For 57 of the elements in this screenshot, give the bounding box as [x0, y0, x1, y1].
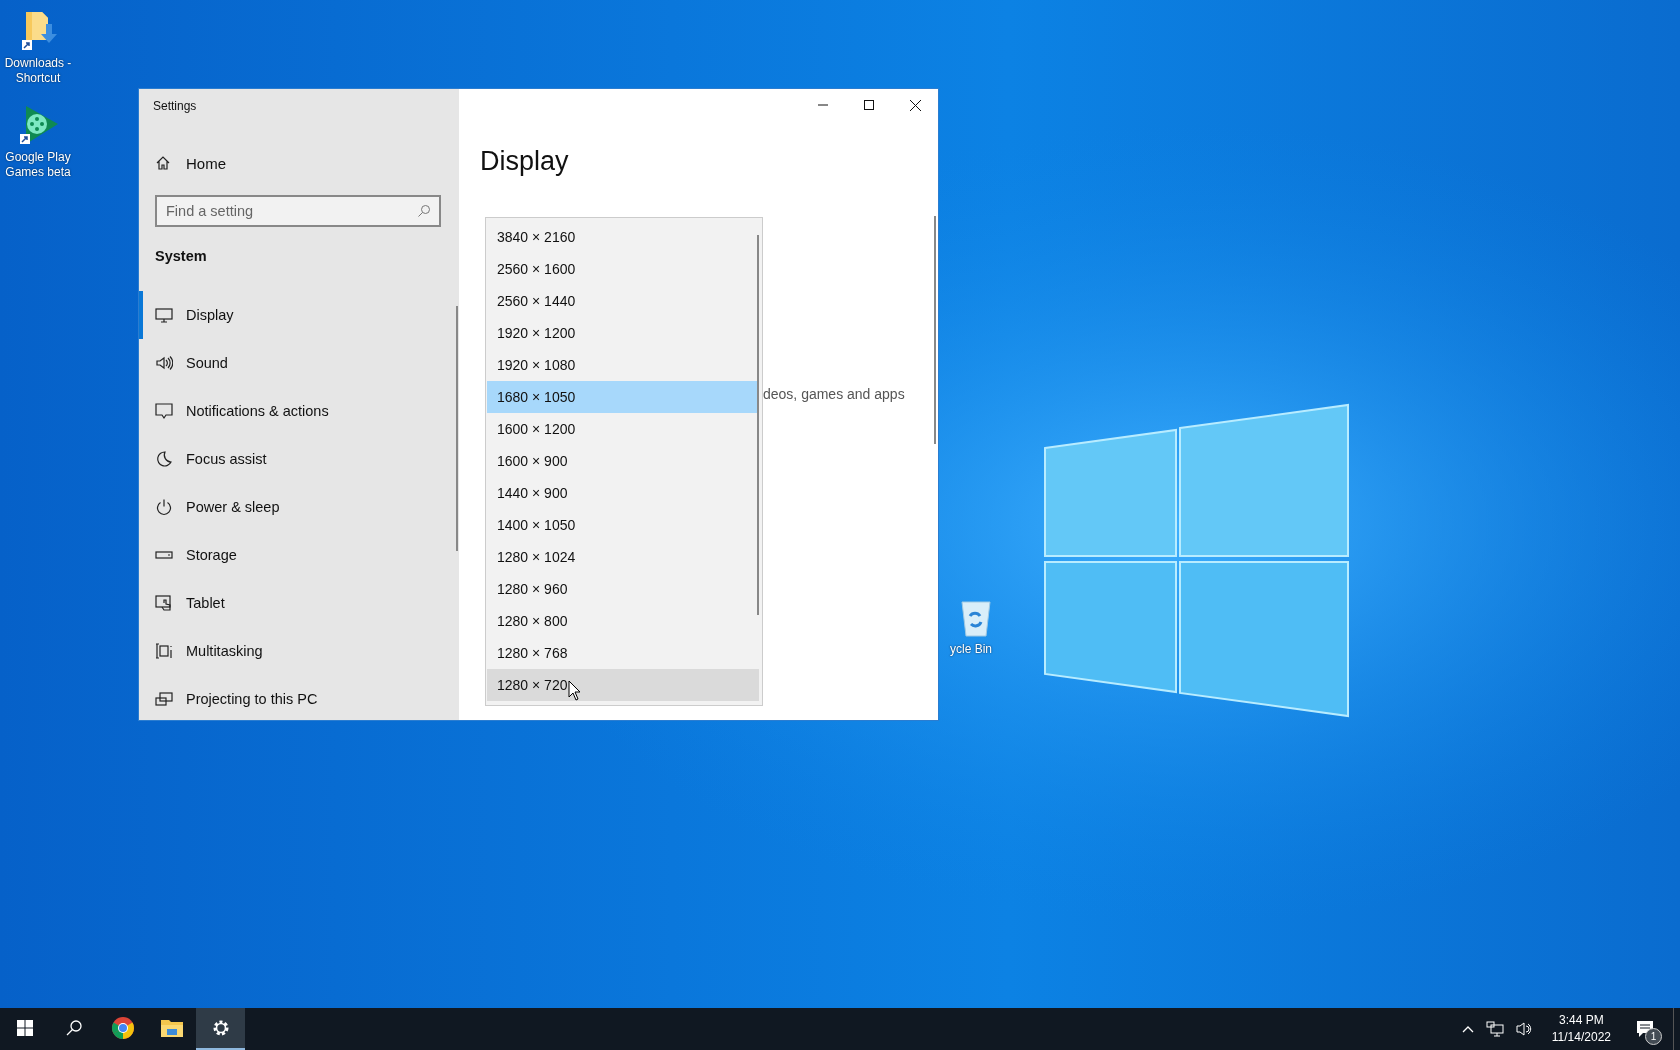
nav-item[interactable]: Sound	[139, 339, 459, 387]
resolution-option[interactable]: 2560 × 1600	[487, 253, 759, 285]
desktop-icon-label[interactable]: Downloads - Shortcut	[0, 56, 76, 86]
mouse-cursor-icon	[568, 680, 581, 701]
resolution-option[interactable]: 1920 × 1200	[487, 317, 759, 349]
nav-item[interactable]: Focus assist	[139, 435, 459, 483]
nav-item[interactable]: Storage	[139, 531, 459, 579]
notification-count-badge: 1	[1645, 1028, 1662, 1045]
nav-item[interactable]: Tablet	[139, 579, 459, 627]
description-text: deos, games and apps	[763, 386, 905, 402]
notifications-icon	[155, 402, 173, 420]
resolution-option[interactable]: 2560 × 1440	[487, 285, 759, 317]
sound-icon	[155, 354, 173, 372]
search-field[interactable]: Find a setting	[155, 195, 441, 227]
maximize-icon	[864, 100, 874, 110]
nav-item[interactable]: Power & sleep	[139, 483, 459, 531]
clock-date: 11/14/2022	[1551, 1029, 1611, 1046]
resolution-option[interactable]: 1280 × 800	[487, 605, 759, 637]
folder-icon	[159, 1018, 184, 1038]
notification-center-button[interactable]: 1	[1629, 1008, 1661, 1050]
windows-start-icon	[16, 1020, 33, 1036]
resolution-option[interactable]: 1680 × 1050	[487, 381, 759, 413]
network-icon[interactable]	[1485, 1021, 1504, 1037]
display-icon	[155, 306, 173, 324]
page-heading: Display	[479, 146, 570, 177]
projecting-icon	[155, 690, 173, 708]
chevron-up-icon[interactable]	[1461, 1025, 1474, 1033]
multitasking-icon	[155, 642, 173, 660]
search-icon	[65, 1020, 82, 1036]
browser-icon	[110, 1016, 135, 1040]
desktop-icon-label[interactable]: Google Play Games beta	[0, 150, 76, 180]
section-heading: System	[154, 247, 208, 266]
power-icon	[155, 498, 173, 516]
nav-item[interactable]: Notifications & actions	[139, 387, 459, 435]
tablet-icon	[155, 594, 173, 612]
window-title: Settings	[152, 98, 198, 115]
volume-icon[interactable]	[1515, 1021, 1534, 1037]
resolution-option[interactable]: 1280 × 768	[487, 637, 759, 669]
resolution-option[interactable]: 1440 × 900	[487, 477, 759, 509]
resolution-option[interactable]: 1280 × 720	[487, 669, 759, 701]
clock-time: 3:44 PM	[1559, 1012, 1604, 1029]
resolution-option[interactable]: 1280 × 1024	[487, 541, 759, 573]
resolution-option[interactable]: 1920 × 1080	[487, 349, 759, 381]
settings-taskbar-button[interactable]	[196, 1008, 245, 1050]
close-icon	[909, 99, 921, 111]
home-icon	[155, 155, 171, 171]
focus-icon	[155, 450, 173, 468]
resolution-option[interactable]: 1400 × 1050	[487, 509, 759, 541]
resolution-option[interactable]: 1600 × 1200	[487, 413, 759, 445]
resolution-option[interactable]: 3840 × 2160	[487, 221, 759, 253]
nav-item[interactable]: Projecting to this PC	[139, 675, 459, 720]
clock[interactable]: 3:44 PM 11/14/2022	[1545, 1012, 1617, 1046]
resolution-option[interactable]: 1280 × 960	[487, 573, 759, 605]
home-link[interactable]: Home	[139, 141, 459, 185]
resolution-option[interactable]: 1600 × 900	[487, 445, 759, 477]
search-icon	[417, 204, 431, 218]
nav-item[interactable]: Multitasking	[139, 627, 459, 675]
